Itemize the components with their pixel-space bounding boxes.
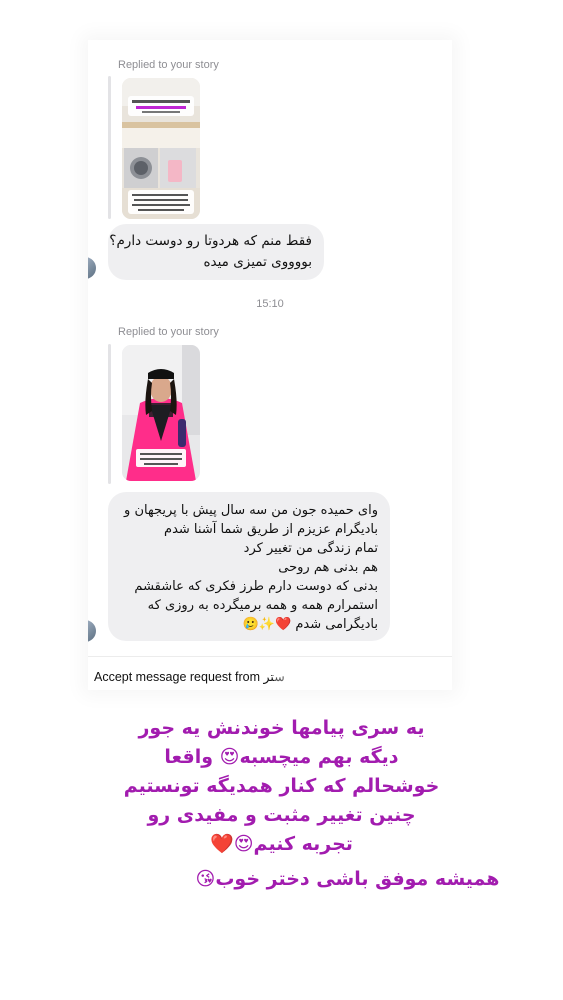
sender-avatar[interactable]	[88, 257, 96, 279]
caption-line: تجربه کنیم😍❤️	[210, 833, 353, 855]
message-text-line: وای حمیده جون من سه سال پیش با پریجهان و	[124, 503, 378, 518]
sender-avatar[interactable]	[88, 620, 96, 642]
story-caption: یه سری پیامها خوندنش یه جور دیگه بهم میچ…	[0, 714, 563, 859]
accept-request-banner[interactable]: Accept message request from ستر	[94, 669, 285, 684]
message-bubble[interactable]: وای حمیده جون من سه سال پیش با پریجهان و…	[108, 492, 390, 641]
blur-overlay	[274, 670, 404, 690]
message-text-line: بادیگرامی شدم ❤️✨🥲	[243, 617, 378, 632]
story-reply-line	[108, 76, 111, 219]
divider	[88, 656, 452, 657]
message-text-line: بووووی تمیزی میده	[203, 254, 312, 270]
caption-line: چنین تغییر مثبت و مفیدی رو	[147, 804, 416, 826]
woman-in-pink-image	[122, 345, 200, 481]
caption-line: یه سری پیامها خوندنش یه جور	[138, 717, 425, 739]
accept-request-label: Accept message request from	[94, 670, 261, 684]
message-bubble[interactable]: فقط منم که هردوتا رو دوست دارم؟ بووووی ت…	[108, 224, 324, 280]
timestamp: 15:10	[256, 298, 284, 310]
caption-line: دیگه بهم میچسبه😍 واقعا	[164, 746, 399, 768]
story-thumbnail[interactable]	[122, 78, 200, 219]
dm-thread-screenshot: Replied to your story فقط منم که هردوتا …	[88, 40, 452, 690]
message-text-line: هم بدنی هم روحی	[278, 560, 378, 575]
caption-line: خوشحالم که کنار همدیگه تونستیم	[123, 775, 440, 797]
laundry-room-image	[122, 78, 200, 219]
replied-to-story-label: Replied to your story	[118, 326, 219, 338]
message-text-last: بادیگرامی شدم	[295, 617, 378, 632]
caption-closing: همیشه موفق باشی دختر خوب😘	[195, 868, 500, 890]
story-reply-line	[108, 344, 111, 484]
message-text-line: بدنی که دوست دارم طرز فکری که عاشقشم	[134, 579, 378, 594]
replied-to-story-label: Replied to your story	[118, 59, 219, 71]
message-text-line: بادیگرام عزیزم از طریق شما آشنا شدم	[164, 522, 378, 537]
emoji-tail: ❤️✨🥲	[242, 617, 292, 632]
story-thumbnail[interactable]	[122, 345, 200, 481]
message-text-line: تمام زندگی من تغییر کرد	[243, 541, 378, 556]
message-text-line: استمرارم همه و همه برمیگرده به روزی که	[147, 598, 378, 613]
message-text-line: فقط منم که هردوتا رو دوست دارم؟	[109, 233, 312, 249]
